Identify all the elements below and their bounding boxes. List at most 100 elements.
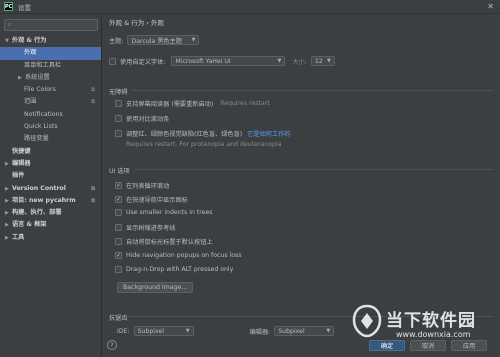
site-watermark: 当下软件园 www.downxia.com <box>350 300 500 357</box>
font-size-select[interactable]: 12 ▼ <box>310 56 335 66</box>
ui-options-section-title: UI 选项 <box>109 168 130 175</box>
move-mouse-checkbox[interactable] <box>115 238 122 245</box>
project-scope-icon: ⧉ <box>91 197 95 204</box>
watermark-url: www.downxia.com <box>396 330 471 339</box>
font-family-select[interactable]: Microsoft YaHei UI ▼ <box>171 56 286 66</box>
sidebar-item-build-execution-deployment[interactable]: ▶ 构建、执行、部署 <box>0 207 101 219</box>
breadcrumb: 外观 & 行为 › 外观 <box>109 19 164 27</box>
color-deficiency-label: 调整红、绿颜色视觉缺陷(红色盲、绿色盲) <box>126 131 243 138</box>
chevron-right-icon[interactable]: ▶ <box>5 219 12 231</box>
chevron-right-icon[interactable]: ▶ <box>5 158 12 170</box>
sidebar-item-editor[interactable]: ▶ 编辑器 <box>0 158 101 170</box>
section-divider <box>135 169 494 170</box>
watermark-text: 当下软件园 <box>386 311 476 331</box>
ide-aa-value: Subpixel <box>137 327 165 335</box>
chevron-right-icon[interactable]: ▶ <box>5 195 12 207</box>
screen-reader-checkbox[interactable] <box>115 100 122 107</box>
contrast-scrollbars-label: 使用对比滚动条 <box>126 116 170 123</box>
project-scope-icon: ⧉ <box>91 185 95 192</box>
help-icon[interactable]: ? <box>107 340 117 350</box>
font-size-label: 大小: <box>292 58 307 66</box>
sidebar-item-path-variables[interactable]: 路径变量 <box>0 133 101 145</box>
theme-select[interactable]: Darcula 黑色主题 ▼ <box>127 35 200 45</box>
how-it-works-link[interactable]: 它是如何工作的 <box>247 129 290 138</box>
settings-tree: ▼ 外观 & 行为 外观 菜单和工具栏 ▶ 系统设置 File Colors ⧉ 范围… <box>0 35 101 244</box>
sidebar-item-scopes[interactable]: 范围 ⧉ <box>0 96 101 108</box>
sidebar-item-label: 菜单和工具栏 <box>24 61 62 69</box>
smaller-indents-label: Use smaller indents in trees <box>126 209 213 216</box>
theme-label: 主题: <box>109 37 124 45</box>
chevron-right-icon[interactable]: ▶ <box>18 72 25 84</box>
color-deficiency-checkbox[interactable] <box>115 130 122 137</box>
font-size-value: 12 <box>314 57 323 65</box>
custom-font-checkbox[interactable] <box>109 57 116 65</box>
sidebar-item-label: Notifications <box>24 110 63 118</box>
sidebar-item-label: File Colors <box>24 86 56 94</box>
antialiasing-section-title: 抗锯齿 <box>109 315 128 322</box>
sidebar-item-quick-lists[interactable]: Quick Lists <box>0 121 101 133</box>
restart-note: Requires restart. For protanopia and deu… <box>126 141 282 148</box>
background-image-row: Background Image... <box>117 282 194 293</box>
chevron-down-icon[interactable]: ▼ <box>5 35 12 47</box>
sidebar-item-appearance[interactable]: 外观 <box>0 47 101 60</box>
sidebar-item-label: Version Control <box>12 184 66 192</box>
chevron-down-icon: ▼ <box>185 328 190 334</box>
ide-aa-label: IDE: <box>117 327 130 335</box>
cyclic-scrolling-checkbox[interactable]: ✓ <box>115 182 122 189</box>
custom-font-row: 使用自定义字体: Microsoft YaHei UI ▼ 大小: 12 ▼ <box>109 56 335 66</box>
sidebar-item-label: 外观 <box>24 49 37 57</box>
smaller-indents-checkbox[interactable] <box>115 209 122 216</box>
pycharm-app-icon: PC <box>4 2 13 11</box>
chevron-right-icon[interactable]: ▶ <box>5 183 12 195</box>
sidebar-item-project[interactable]: ▶ 项目: new pycahrm ⧉ <box>0 195 101 207</box>
sidebar-item-languages-frameworks[interactable]: ▶ 语言 & 框架 <box>0 219 101 231</box>
screen-reader-label: 支持屏幕阅读器 (需要重新启动) <box>126 101 214 108</box>
hide-popups-label: Hide navigation popups on focus loss <box>126 252 242 259</box>
sidebar-item-appearance-behavior[interactable]: ▼ 外观 & 行为 <box>0 35 101 47</box>
sidebar-item-label: 外观 & 行为 <box>12 37 47 44</box>
chevron-down-icon: ▼ <box>191 37 196 43</box>
sidebar-item-plugins[interactable]: 插件 <box>0 170 101 182</box>
sidebar-item-label: 快捷键 <box>12 147 31 155</box>
restart-note-row: Requires restart. For protanopia and deu… <box>126 141 281 148</box>
sidebar-item-tools[interactable]: ▶ 工具 <box>0 232 101 244</box>
chevron-down-icon: ▼ <box>327 58 331 64</box>
project-scope-icon: ⧉ <box>91 87 95 94</box>
sidebar-item-label: 路径变量 <box>24 135 49 143</box>
title-bar: PC 设置 ✕ <box>0 0 500 14</box>
move-mouse-row: 自动将鼠标光标置于默认按钮上 <box>115 237 213 246</box>
contrast-scrollbars-checkbox[interactable] <box>115 115 122 122</box>
sidebar-item-system-settings[interactable]: ▶ 系统设置 <box>0 72 101 84</box>
show-icons-label: 在快速导航中显示图标 <box>126 197 188 204</box>
window-title: 设置 <box>18 3 31 12</box>
sidebar-item-label: Quick Lists <box>24 123 58 131</box>
theme-value: Darcula 黑色主题 <box>131 37 182 45</box>
indent-guides-checkbox[interactable] <box>115 224 122 231</box>
search-icon: ⌕ <box>8 21 12 28</box>
indent-guides-row: 显示树缩进参考线 <box>115 223 176 232</box>
show-icons-checkbox[interactable]: ✓ <box>115 196 122 203</box>
contrast-scrollbars-row: 使用对比滚动条 <box>115 114 169 123</box>
drag-drop-alt-checkbox[interactable] <box>115 266 122 273</box>
sidebar-item-file-colors[interactable]: File Colors ⧉ <box>0 84 101 96</box>
sidebar-item-keymap[interactable]: 快捷键 <box>0 146 101 158</box>
sidebar-item-label: 构建、执行、部署 <box>12 209 62 217</box>
sidebar-item-label: 项目: new pycahrm <box>12 196 76 204</box>
indent-guides-label: 显示树缩进参考线 <box>126 225 176 232</box>
sidebar-item-label: 编辑器 <box>12 159 31 167</box>
sidebar-item-version-control[interactable]: ▶ Version Control ⧉ <box>0 183 101 195</box>
close-icon[interactable]: ✕ <box>487 2 494 11</box>
screen-reader-row: 支持屏幕阅读器 (需要重新启动) Requires restart <box>115 99 270 108</box>
background-image-button[interactable]: Background Image... <box>117 282 194 293</box>
hide-popups-checkbox[interactable]: ✓ <box>115 252 122 259</box>
sidebar-item-menus-toolbars[interactable]: 菜单和工具栏 <box>0 60 101 72</box>
chevron-right-icon[interactable]: ▶ <box>5 232 12 244</box>
sidebar-item-notifications[interactable]: Notifications <box>0 109 101 121</box>
color-deficiency-row: 调整红、绿颜色视觉缺陷(红色盲、绿色盲) 它是如何工作的 <box>115 129 291 138</box>
settings-search-input[interactable]: ⌕ <box>4 19 98 31</box>
font-family-value: Microsoft YaHei UI <box>175 57 231 65</box>
chevron-right-icon[interactable]: ▶ <box>5 207 12 219</box>
cyclic-scrolling-row: ✓ 在列表循环滚动 <box>115 181 169 190</box>
section-divider <box>131 90 494 91</box>
chevron-down-icon: ▼ <box>277 58 282 64</box>
